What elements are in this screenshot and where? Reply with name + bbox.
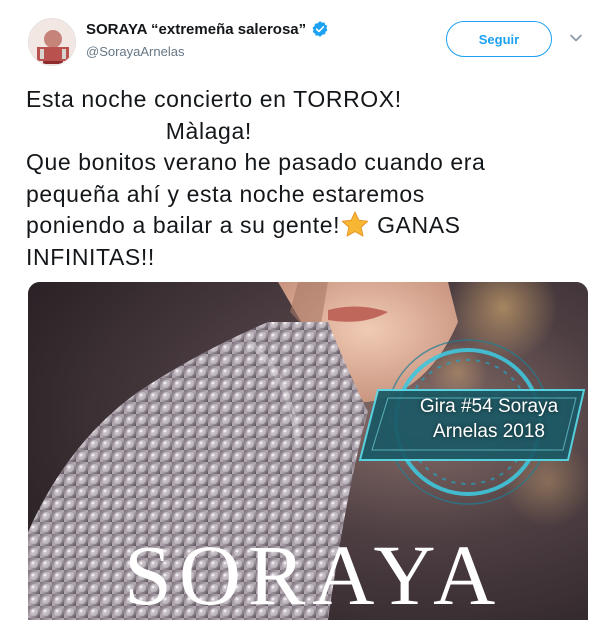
follow-button[interactable]: Seguir [446, 21, 552, 57]
tour-badge-line: Gira #54 Soraya [419, 396, 559, 417]
author-name-row[interactable]: SORAYA “extremeña salerosa” [86, 20, 329, 38]
star-emoji-icon [341, 211, 369, 237]
tweet-line: Màlaga! [26, 117, 252, 144]
tweet-line: INFINITAS!! [26, 243, 155, 270]
tweet-line-part: poniendo a bailar a su gente! [26, 212, 341, 238]
verified-badge-icon [312, 21, 328, 37]
chevron-down-icon[interactable] [568, 30, 584, 46]
tour-badge-line: Arnelas 2018 [433, 421, 545, 442]
tour-badge: Gira #54 Soraya Arnelas 2018 [400, 394, 578, 444]
tweet-line-with-emoji: poniendo a bailar a su gente! GANAS [26, 210, 566, 242]
tweet-line: Esta noche concierto en TORROX! [26, 86, 402, 112]
tweet-image[interactable]: Gira #54 Soraya Arnelas 2018 SORAYA [28, 282, 588, 620]
tweet-text: Esta noche concierto en TORROX! Màlaga! … [26, 84, 566, 273]
tweet-card: SORAYA “extremeña salerosa” @SorayaArnel… [0, 0, 596, 620]
tweet-line-part: GANAS [370, 212, 461, 238]
tweet-line: pequeña ahí y esta noche estaremos [26, 180, 425, 207]
display-name[interactable]: SORAYA “extremeña salerosa” [86, 21, 306, 38]
author-handle[interactable]: @SorayaArnelas [86, 44, 184, 59]
artist-logo-text: SORAYA [124, 527, 503, 620]
avatar[interactable] [28, 18, 76, 66]
tweet-line: Que bonitos verano he pasado cuando era [26, 149, 486, 175]
